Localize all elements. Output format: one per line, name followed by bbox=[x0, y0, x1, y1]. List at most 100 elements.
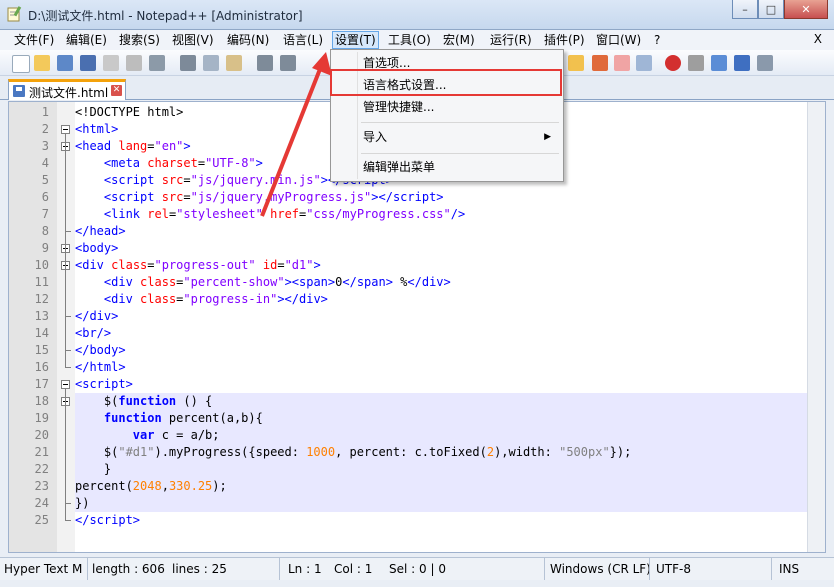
eye-icon[interactable] bbox=[636, 55, 652, 71]
line-number: 5 bbox=[41, 173, 49, 187]
line-number: 6 bbox=[41, 190, 49, 204]
code-text: <link rel="stylesheet" href="css/myProgr… bbox=[103, 207, 466, 221]
code-text: <body> bbox=[75, 241, 119, 255]
run-macro-multiple-icon[interactable] bbox=[734, 55, 750, 71]
menu-settings[interactable]: 设置(T) bbox=[332, 31, 379, 49]
print-icon[interactable] bbox=[149, 55, 165, 71]
code-line[interactable]: 16 </html> bbox=[9, 359, 825, 376]
tab-current-file[interactable]: 测试文件.html ✕ bbox=[8, 79, 126, 100]
close-document-button[interactable]: X bbox=[814, 32, 822, 46]
code-text: <div class="progress-in"></div> bbox=[103, 292, 328, 306]
menu-view[interactable]: 视图(V) bbox=[172, 32, 214, 48]
code-line[interactable]: 17 <script> bbox=[9, 376, 825, 393]
code-line[interactable]: 15 </body> bbox=[9, 342, 825, 359]
maximize-button[interactable]: □ bbox=[758, 0, 784, 19]
play-macro-icon[interactable] bbox=[711, 55, 727, 71]
menu-run[interactable]: 运行(R) bbox=[490, 32, 532, 48]
status-bar: Hyper Text M length : 606 lines : 25 Ln … bbox=[0, 557, 834, 580]
code-line[interactable]: 24}) bbox=[35, 495, 825, 512]
line-number: 21 bbox=[34, 445, 49, 459]
close-file-icon[interactable] bbox=[103, 55, 119, 71]
code-line[interactable]: 19 function percent(a,b){ bbox=[35, 410, 825, 427]
status-selection: Sel : 0 | 0 bbox=[385, 558, 545, 580]
code-line[interactable]: 25 </script> bbox=[9, 512, 825, 529]
line-number: 14 bbox=[34, 326, 49, 340]
menu-plugins[interactable]: 插件(P) bbox=[544, 32, 585, 48]
save-icon[interactable] bbox=[57, 55, 73, 71]
line-number: 1 bbox=[41, 105, 49, 119]
menu-macro[interactable]: 宏(M) bbox=[443, 32, 475, 48]
menu-language[interactable]: 语言(L) bbox=[283, 32, 323, 48]
status-lines: lines : 25 bbox=[168, 558, 280, 580]
status-insert-mode: INS bbox=[779, 562, 800, 576]
menu-item-edit-popup-menu[interactable]: 编辑弹出菜单 bbox=[363, 158, 435, 176]
menu-search[interactable]: 搜索(S) bbox=[119, 32, 160, 48]
code-line[interactable]: 10 <div class="progress-out" id="d1"> bbox=[9, 257, 825, 274]
code-line[interactable]: 23 percent(2048,330.25); bbox=[35, 478, 825, 495]
code-line[interactable]: 13 </div> bbox=[9, 308, 825, 325]
minimize-button[interactable]: – bbox=[732, 0, 758, 19]
menu-help[interactable]: ? bbox=[654, 32, 660, 48]
menu-edit[interactable]: 编辑(E) bbox=[66, 32, 107, 48]
record-macro-icon[interactable] bbox=[665, 55, 681, 71]
code-text: <br/> bbox=[75, 326, 112, 340]
code-text: }) bbox=[75, 496, 90, 510]
document-map-icon[interactable] bbox=[592, 55, 608, 71]
menu-separator bbox=[361, 153, 559, 154]
line-number: 20 bbox=[34, 428, 49, 442]
code-line[interactable]: 7 <link rel="stylesheet" href="css/myPro… bbox=[9, 206, 825, 223]
menu-item-shortcut-mapper[interactable]: 管理快捷键... bbox=[363, 98, 434, 116]
code-line[interactable]: 22 } bbox=[35, 461, 825, 478]
menu-window[interactable]: 窗口(W) bbox=[596, 32, 641, 48]
menu-tools[interactable]: 工具(O) bbox=[388, 32, 431, 48]
code-text: <script> bbox=[75, 377, 133, 391]
line-number: 8 bbox=[41, 224, 49, 238]
open-file-icon[interactable] bbox=[34, 55, 50, 71]
fold-toggle-icon[interactable] bbox=[61, 380, 70, 389]
paste-icon[interactable] bbox=[226, 55, 242, 71]
line-number: 7 bbox=[41, 207, 49, 221]
code-text: var c = a/b; bbox=[132, 428, 220, 442]
code-line[interactable]: 21 $("#d1").myProgress({speed: 1000, per… bbox=[35, 444, 825, 461]
line-number: 19 bbox=[34, 411, 49, 425]
code-text: <div class="percent-show"><span>0</span>… bbox=[103, 275, 451, 289]
stop-macro-icon[interactable] bbox=[688, 55, 704, 71]
code-text: $(function () { bbox=[75, 394, 213, 408]
code-line[interactable]: 18 $(function () { bbox=[35, 393, 825, 410]
code-line[interactable]: 14 <br/> bbox=[9, 325, 825, 342]
close-all-icon[interactable] bbox=[126, 55, 142, 71]
code-text: <!DOCTYPE html> bbox=[75, 105, 184, 119]
code-line[interactable]: 12 <div class="progress-in"></div> bbox=[9, 291, 825, 308]
copy-icon[interactable] bbox=[203, 55, 219, 71]
code-text: <div class="progress-out" id="d1"> bbox=[75, 258, 321, 272]
vertical-scrollbar[interactable] bbox=[807, 102, 825, 552]
cut-icon[interactable] bbox=[180, 55, 196, 71]
close-tab-icon[interactable]: ✕ bbox=[111, 85, 122, 96]
folder-icon[interactable] bbox=[614, 55, 630, 71]
menu-file[interactable]: 文件(F) bbox=[14, 32, 54, 48]
line-number: 13 bbox=[34, 309, 49, 323]
language-icon[interactable] bbox=[568, 55, 584, 71]
notepad-plus-plus-icon bbox=[7, 6, 22, 22]
status-language: Hyper Text M bbox=[0, 558, 88, 580]
code-line[interactable]: 11 <div class="percent-show"><span>0</sp… bbox=[9, 274, 825, 291]
line-number: 23 bbox=[34, 479, 49, 493]
code-line[interactable]: 8 </head> bbox=[9, 223, 825, 240]
new-file-icon[interactable] bbox=[12, 55, 30, 73]
code-line[interactable]: 9 <body> bbox=[9, 240, 825, 257]
fold-toggle-icon[interactable] bbox=[61, 125, 70, 134]
menu-encoding[interactable]: 编码(N) bbox=[227, 32, 269, 48]
menu-separator bbox=[361, 122, 559, 123]
menu-item-import[interactable]: 导入 bbox=[363, 128, 553, 146]
save-all-icon[interactable] bbox=[80, 55, 96, 71]
code-text: function percent(a,b){ bbox=[103, 411, 263, 425]
undo-icon[interactable] bbox=[257, 55, 273, 71]
status-column: Col : 1 bbox=[334, 562, 373, 576]
redo-icon[interactable] bbox=[280, 55, 296, 71]
tab-label: 测试文件.html bbox=[29, 86, 109, 100]
code-line[interactable]: 6 <script src="js/jquery.myProgress.js">… bbox=[9, 189, 825, 206]
close-window-button[interactable]: ✕ bbox=[784, 0, 828, 19]
save-macro-icon[interactable] bbox=[757, 55, 773, 71]
status-encoding: UTF-8 bbox=[652, 558, 772, 580]
code-line[interactable]: 20 var c = a/b; bbox=[35, 427, 825, 444]
